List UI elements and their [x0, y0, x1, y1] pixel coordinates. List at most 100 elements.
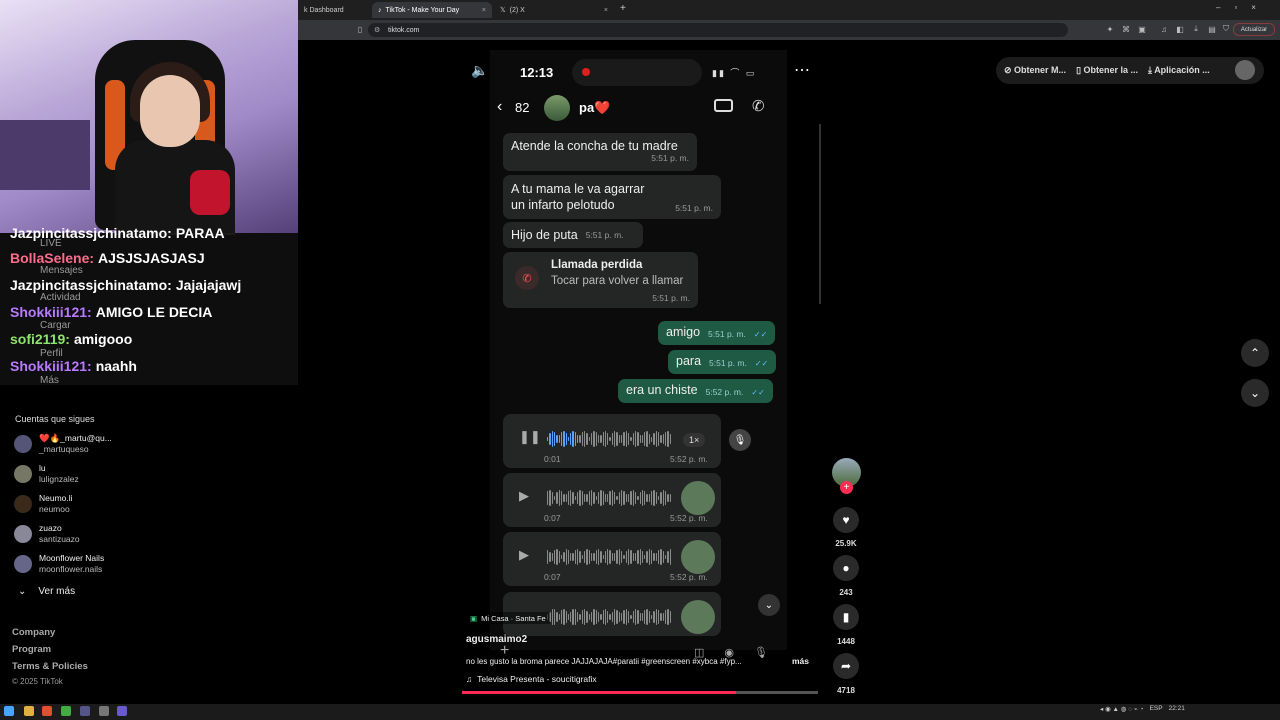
- sidebar-icon[interactable]: ◧: [1174, 23, 1186, 35]
- previous-video-button[interactable]: ⌃: [1241, 339, 1269, 367]
- heart-icon: ♥: [842, 513, 850, 527]
- tab-tiktok[interactable]: ♪ TikTok - Make Your Day ×: [372, 2, 492, 18]
- waveform-bar: [581, 490, 583, 506]
- following-account[interactable]: Moonflower Nails moonflower.nails: [14, 550, 104, 578]
- more-options-icon[interactable]: ⋯: [794, 60, 810, 80]
- waveform-bar: [560, 490, 563, 506]
- sidebar-item-messages[interactable]: Mensajes: [40, 265, 83, 276]
- close-icon[interactable]: ×: [604, 7, 608, 14]
- profile-avatar[interactable]: [1235, 60, 1255, 80]
- scrollbar[interactable]: [819, 124, 821, 304]
- site-info-icon[interactable]: ⚙: [374, 26, 380, 34]
- language-indicator[interactable]: ESP: [1150, 705, 1163, 713]
- waveform-bar: [660, 549, 662, 565]
- waveform-bar: [581, 554, 583, 560]
- waveform-bar: [646, 431, 648, 447]
- share-button[interactable]: ➦: [833, 653, 859, 679]
- app-icon[interactable]: [117, 706, 127, 716]
- chat-user: sofi2119:: [10, 331, 70, 347]
- chat-user: BollaSelene:: [10, 250, 95, 266]
- get-coins-button[interactable]: ⊘ Obtener M...: [1004, 65, 1066, 76]
- app-icon[interactable]: [99, 706, 109, 716]
- tab-x[interactable]: 𝕏 (2) X ×: [494, 2, 614, 18]
- media-icon[interactable]: ♫: [1158, 23, 1170, 35]
- get-app-button[interactable]: ▯ Obtener la ...: [1076, 65, 1138, 76]
- extension-icon[interactable]: ✦: [1104, 23, 1116, 35]
- app-icon[interactable]: [80, 706, 90, 716]
- url-field[interactable]: tiktok.com: [368, 23, 1068, 37]
- waveform-bar: [630, 614, 632, 620]
- copyright: © 2025 TikTok: [12, 677, 63, 686]
- following-account[interactable]: lu lulignzalez: [14, 460, 79, 488]
- window-controls[interactable]: –▫×: [1216, 3, 1270, 12]
- downloads-icon[interactable]: ⤓: [1190, 23, 1202, 35]
- account-handle: santizuazo: [39, 534, 80, 544]
- waveform-bar: [648, 433, 651, 445]
- voice-duration: 0:07: [544, 572, 561, 582]
- browser-icon[interactable]: [42, 706, 52, 716]
- volume-icon[interactable]: 🔈: [471, 62, 488, 79]
- chat-user: Shokkiii121:: [10, 358, 92, 374]
- clock[interactable]: 22:21: [1169, 705, 1185, 713]
- footer-link-company[interactable]: Company: [12, 627, 55, 638]
- following-account[interactable]: zuazo santizuazo: [14, 520, 80, 548]
- tray-icons[interactable]: ◂ ◉ ▲ ◍ ◌ ⌁ ◔: [1100, 705, 1144, 713]
- sidebar-item-live[interactable]: LIVE: [40, 238, 62, 249]
- following-account[interactable]: Neumo.li neumoo: [14, 490, 73, 518]
- comment-count: 243: [839, 588, 853, 597]
- footer-link-terms[interactable]: Terms & Policies: [12, 661, 88, 672]
- account-name: Moonflower Nails: [39, 553, 105, 563]
- extension-icon[interactable]: ⌘: [1120, 23, 1132, 35]
- sidebar-item-activity[interactable]: Actividad: [40, 292, 81, 303]
- see-more-button[interactable]: ⌄ Ver más: [18, 586, 75, 597]
- waveform-bar: [611, 432, 614, 446]
- waveform-bar: [584, 493, 586, 503]
- like-button[interactable]: ♥: [833, 507, 859, 533]
- waveform-bar: [570, 490, 572, 506]
- footer-link-program[interactable]: Program: [12, 644, 51, 655]
- sidebar-item-more[interactable]: Más: [40, 375, 59, 386]
- caption-more-button[interactable]: más: [792, 656, 809, 666]
- close-icon[interactable]: ×: [482, 7, 486, 14]
- waveform-bar: [570, 611, 572, 623]
- avatar: [14, 495, 32, 513]
- follow-plus-icon[interactable]: +: [840, 481, 853, 494]
- play-icon: ▶: [519, 547, 529, 562]
- new-tab-button[interactable]: +: [620, 3, 626, 14]
- extension-icon[interactable]: ▣: [1136, 23, 1148, 35]
- start-icon[interactable]: [4, 706, 14, 716]
- waveform-bar: [669, 493, 671, 503]
- waveform-bar: [637, 609, 639, 625]
- waveform-bar: [611, 611, 614, 623]
- waveform-bar: [625, 494, 627, 502]
- waveform-bar: [570, 433, 572, 445]
- video-author[interactable]: agusmaimo2: [466, 634, 527, 645]
- message-text: Hijo de puta: [511, 228, 578, 242]
- save-button[interactable]: ▮: [833, 604, 859, 630]
- waveform-bar: [604, 431, 607, 447]
- sidebar-item-upload[interactable]: Cargar: [40, 320, 71, 331]
- location-label: Mi Casa · Santa Fe: [481, 613, 546, 623]
- waveform-bar: [641, 551, 644, 563]
- update-button[interactable]: Actualizar: [1233, 23, 1275, 36]
- waveform-bar: [664, 555, 667, 559]
- location-tag[interactable]: ▣ Mi Casa · Santa Fe: [466, 612, 550, 624]
- message-text: amigo: [666, 325, 701, 339]
- waveform-bar: [655, 431, 657, 447]
- waveform-bar: [644, 431, 646, 447]
- explorer-icon[interactable]: [24, 706, 34, 716]
- desktop-app-button[interactable]: ⤓ Aplicación ...: [1148, 65, 1210, 76]
- music-link[interactable]: ♫ Televisa Presenta - soucitigrafix: [466, 674, 597, 684]
- waveform-bar: [623, 490, 625, 506]
- phone-call-icon: ✆: [752, 98, 765, 115]
- bookmark-icon[interactable]: ▯: [354, 23, 366, 35]
- app-icon[interactable]: [61, 706, 71, 716]
- comment-button[interactable]: ●: [833, 555, 859, 581]
- waveform-bar: [651, 436, 653, 442]
- tab-dashboard[interactable]: k Dashboard: [298, 2, 370, 18]
- shield-icon[interactable]: ⛉: [1220, 23, 1232, 35]
- following-account[interactable]: ❤️🔥_martu@qu... _martuqueso: [14, 430, 112, 458]
- wallet-icon[interactable]: ▤: [1206, 23, 1218, 35]
- waveform-bar: [590, 432, 593, 446]
- next-video-button[interactable]: ⌄: [1241, 379, 1269, 407]
